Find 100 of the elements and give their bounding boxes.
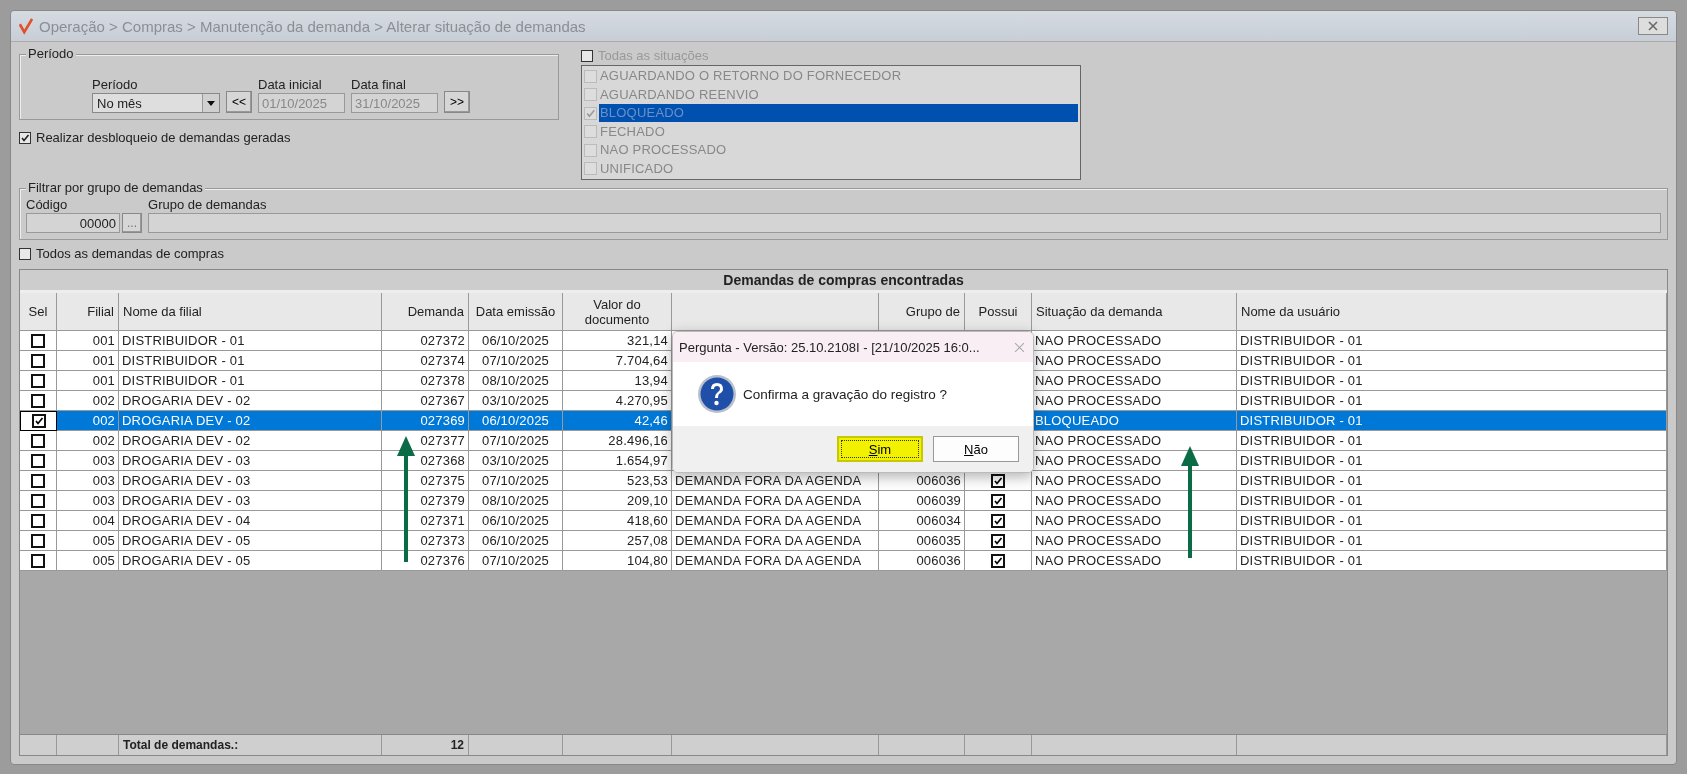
column-header[interactable]: Valor do documento — [563, 293, 672, 331]
field-label: Data final — [351, 77, 407, 92]
checkbox[interactable] — [584, 88, 597, 102]
table-cell: 001 — [92, 353, 115, 368]
table-cell: NAO PROCESSADO — [1035, 533, 1162, 548]
table-cell: DISTRIBUIDOR - 01 — [1240, 553, 1363, 568]
table-cell: 13,94 — [634, 373, 668, 388]
table-cell: 06/10/2025 — [481, 513, 550, 528]
table-cell: DISTRIBUIDOR - 01 — [1240, 393, 1363, 408]
table-cell: 027368 — [420, 453, 465, 468]
table-cell: 027379 — [420, 493, 465, 508]
row-checkbox[interactable] — [31, 453, 45, 468]
question-icon — [697, 374, 737, 414]
table-cell: DEMANDA FORA DA AGENDA — [675, 553, 862, 568]
row-checkbox[interactable] — [31, 513, 45, 528]
column-header[interactable]: Situação da demanda — [1032, 293, 1237, 331]
table-cell: 027376 — [420, 553, 465, 568]
field-label: Período — [92, 77, 139, 92]
table-cell: 027369 — [420, 413, 465, 428]
row-checkbox[interactable] — [31, 333, 45, 348]
checkbox[interactable] — [584, 143, 597, 157]
checkbox[interactable] — [584, 106, 597, 120]
row-checkbox[interactable] — [31, 353, 45, 368]
dialog-button[interactable]: Sim — [837, 436, 923, 462]
table-cell: 006035 — [916, 533, 961, 548]
checkbox[interactable] — [584, 125, 597, 139]
column-header[interactable]: Data emissão — [469, 293, 563, 331]
table-cell: 4.270,95 — [615, 393, 668, 408]
column-header[interactable]: Nome da filial — [119, 293, 382, 331]
field-label: Data inicial — [258, 77, 323, 92]
table-cell: 06/10/2025 — [481, 533, 550, 548]
code-field[interactable]: 00000 — [26, 213, 120, 233]
dialog-title: Pergunta - Versão: 25.10.2108I - [21/10/2025 16:0... — [679, 339, 980, 355]
row-checkbox[interactable] — [31, 553, 45, 568]
close-icon — [1648, 21, 1658, 31]
row-checkbox[interactable] — [31, 433, 45, 448]
row-checkbox[interactable] — [31, 473, 45, 488]
table-cell: DROGARIA DEV - 02 — [122, 413, 251, 428]
table-cell: DISTRIBUIDOR - 01 — [122, 353, 245, 368]
table-cell: 06/10/2025 — [481, 413, 550, 428]
table-cell: NAO PROCESSADO — [1035, 393, 1162, 408]
field-label: Grupo de demandas — [148, 197, 268, 212]
column-header[interactable]: Possui — [965, 293, 1032, 331]
table-cell: 08/10/2025 — [481, 493, 550, 508]
table-cell: 7.704,64 — [615, 353, 668, 368]
table-cell: DROGARIA DEV - 03 — [122, 493, 251, 508]
checkbox[interactable] — [584, 69, 597, 83]
table-cell: DROGARIA DEV - 04 — [122, 513, 251, 528]
table-cell: NAO PROCESSADO — [1035, 353, 1162, 368]
row-checkbox[interactable] — [31, 533, 45, 548]
table-cell: 001 — [92, 373, 115, 388]
checkbox[interactable] — [581, 49, 593, 62]
column-header[interactable]: Sel — [20, 293, 57, 331]
period-select[interactable]: No mês — [92, 93, 220, 113]
caret-icon — [207, 100, 215, 106]
table-cell: 07/10/2025 — [481, 353, 550, 368]
checkbox[interactable] — [19, 131, 31, 144]
close-button[interactable] — [1638, 17, 1668, 35]
dialog-button[interactable]: Não — [933, 436, 1019, 462]
table-cell: 004 — [92, 513, 115, 528]
table-cell: 005 — [92, 533, 115, 548]
table-title: Demandas de compras encontradas — [20, 270, 1667, 293]
table-cell: DEMANDA FORA DA AGENDA — [675, 473, 862, 488]
table-cell: BLOQUEADO — [1035, 413, 1120, 428]
row-checkbox[interactable] — [31, 493, 45, 508]
row-checkbox[interactable] — [31, 393, 45, 408]
table-cell: 42,46 — [634, 413, 668, 428]
column-header[interactable] — [672, 293, 879, 331]
table-cell: 027375 — [420, 473, 465, 488]
table-cell: DISTRIBUIDOR - 01 — [1240, 433, 1363, 448]
checkbox[interactable] — [584, 162, 597, 176]
column-header[interactable]: Nome da usuário — [1237, 293, 1667, 331]
table-cell: NAO PROCESSADO — [1035, 553, 1162, 568]
column-header[interactable]: Filial — [57, 293, 119, 331]
checkbox[interactable] — [19, 247, 31, 260]
table-cell: 1.654,97 — [615, 453, 668, 468]
logo-icon — [19, 17, 33, 35]
column-header[interactable]: Demanda — [382, 293, 469, 331]
group-field[interactable] — [148, 213, 1661, 233]
column-header[interactable]: Grupo de — [879, 293, 965, 331]
row-checkbox[interactable] — [31, 373, 45, 388]
table-cell: NAO PROCESSADO — [1035, 493, 1162, 508]
next-button[interactable]: >> — [444, 91, 470, 113]
table-cell: 209,10 — [627, 493, 668, 508]
table-cell: 006036 — [916, 473, 961, 488]
table-cell: 027378 — [420, 373, 465, 388]
table-cell: NAO PROCESSADO — [1035, 453, 1162, 468]
table-cell: NAO PROCESSADO — [1035, 433, 1162, 448]
table-cell: 07/10/2025 — [481, 553, 550, 568]
table-cell: 006036 — [916, 553, 961, 568]
table-cell: 006039 — [916, 493, 961, 508]
table-cell: 523,53 — [627, 473, 668, 488]
checkbox-label: Realizar desbloqueio de demandas geradas — [36, 130, 291, 145]
table-cell: DISTRIBUIDOR - 01 — [1240, 353, 1363, 368]
previous-button[interactable]: << — [226, 91, 252, 113]
table-cell: 003 — [92, 453, 115, 468]
table-cell: 001 — [92, 333, 115, 348]
table-cell: 005 — [92, 553, 115, 568]
window-title: Operação > Compras > Manutenção da demanda > Alterar situação de demandas — [39, 17, 587, 35]
row-checkbox[interactable] — [31, 414, 46, 428]
